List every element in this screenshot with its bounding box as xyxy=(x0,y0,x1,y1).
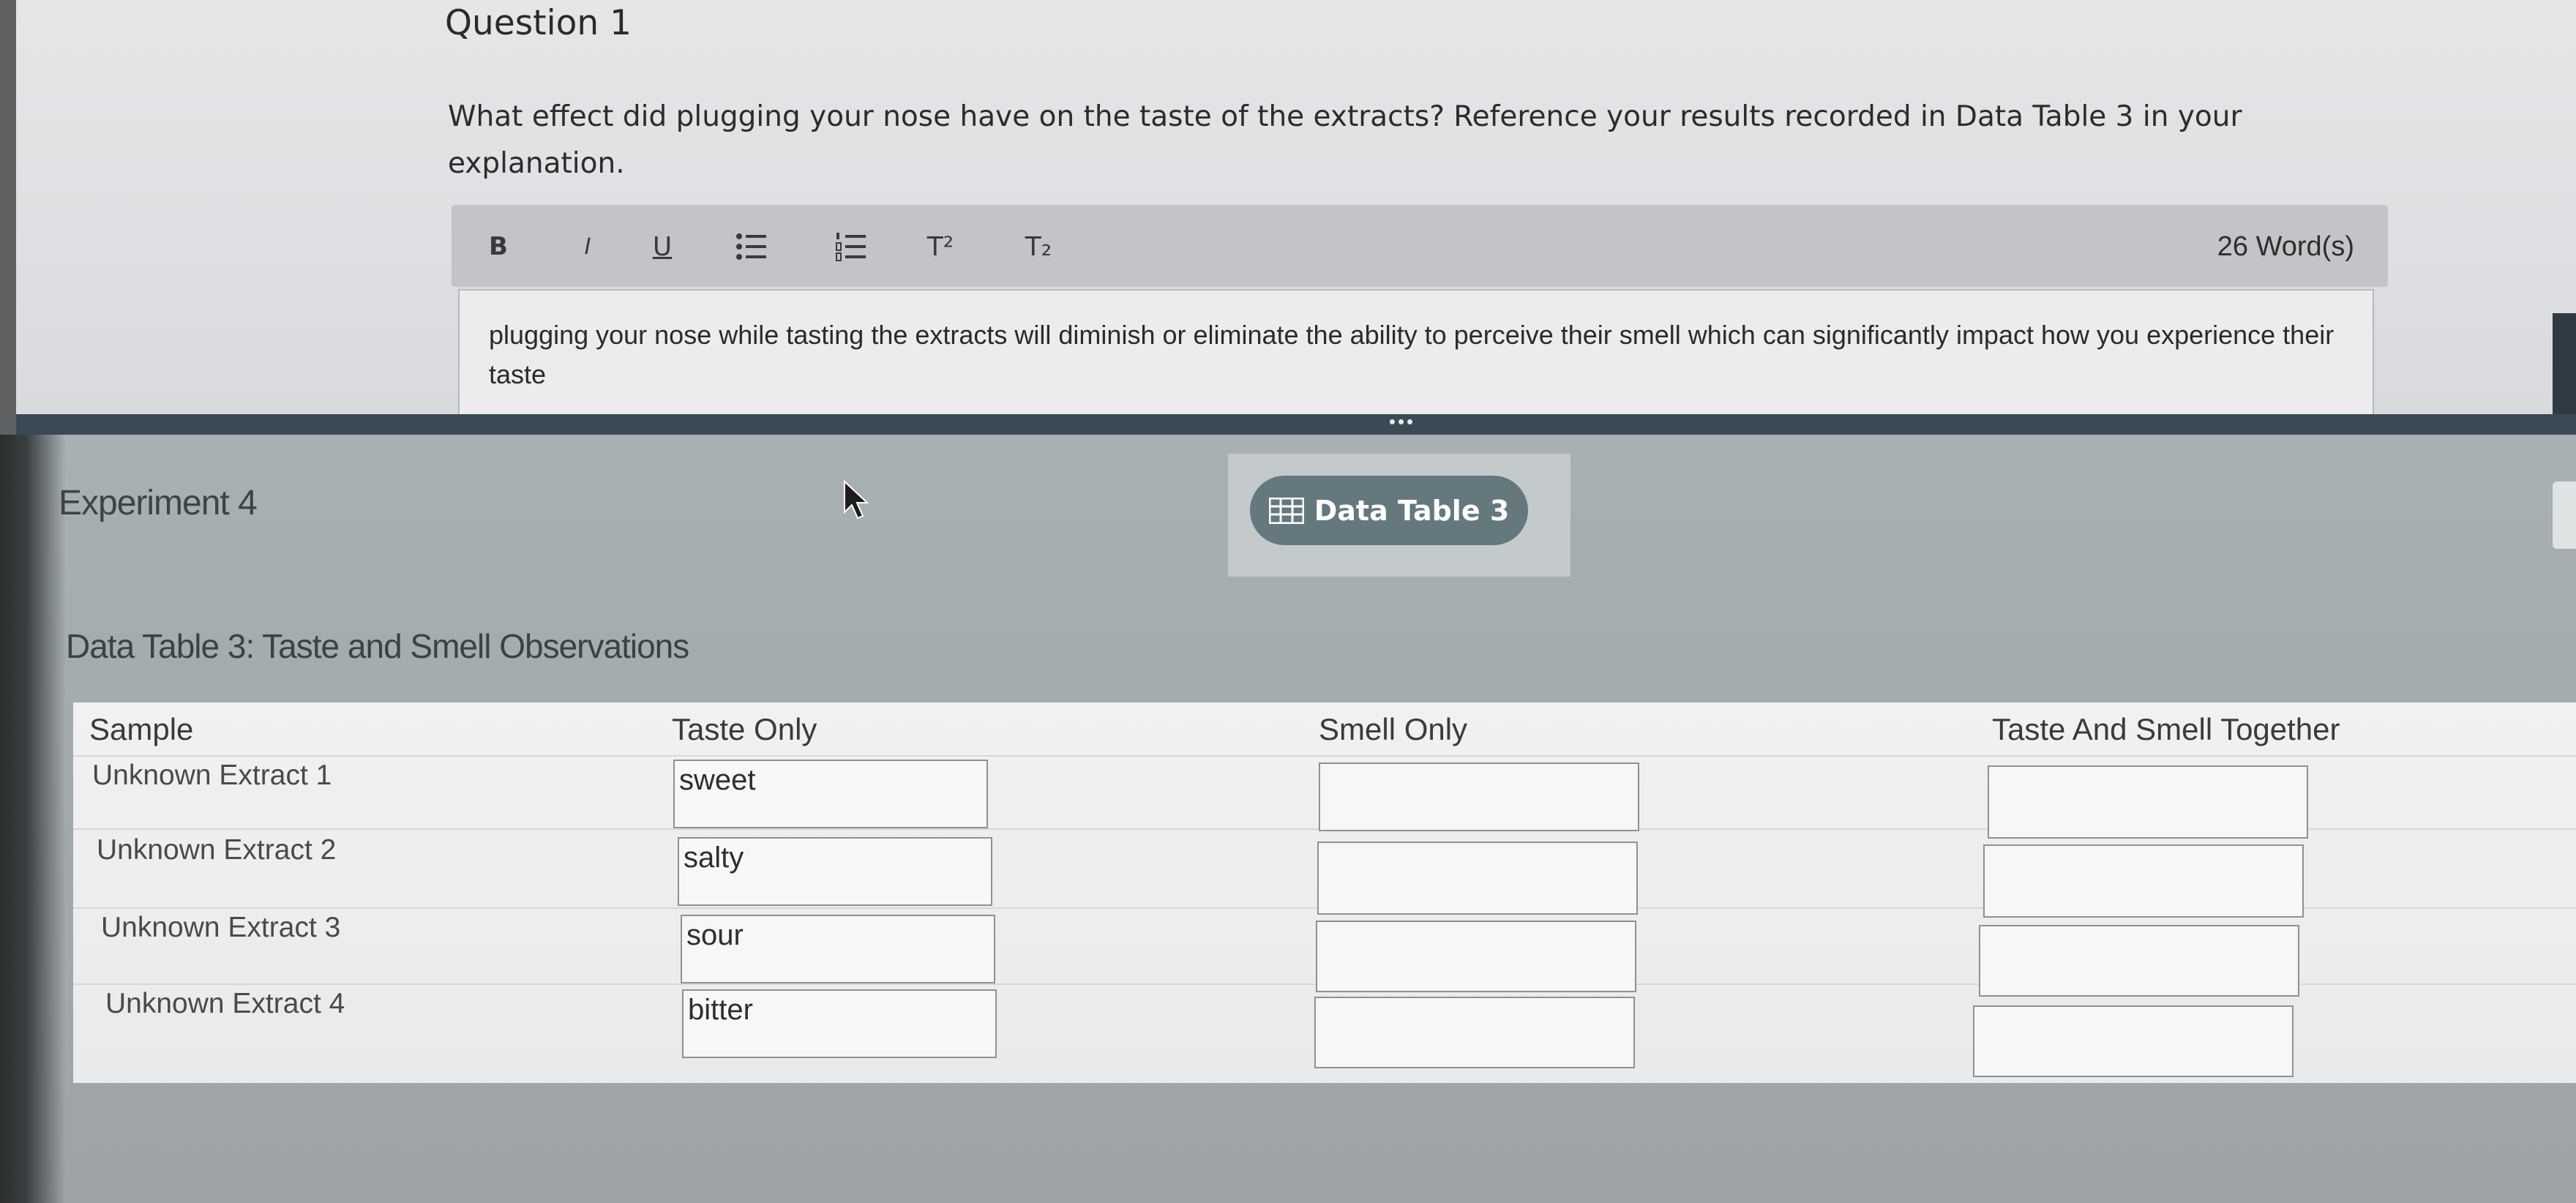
panel-edge xyxy=(2553,313,2576,423)
smell-only-input[interactable] xyxy=(1316,921,1636,992)
answer-text[interactable]: plugging your nose while tasting the ext… xyxy=(489,315,2348,394)
table-caption: Data Table 3: Taste and Smell Observatio… xyxy=(66,627,689,665)
taste-only-input[interactable]: sweet xyxy=(673,760,988,828)
question-title: Question 1 xyxy=(445,3,632,43)
table-icon xyxy=(1268,497,1304,524)
italic-button[interactable]: I xyxy=(573,228,602,265)
taste-only-input[interactable]: bitter xyxy=(682,989,997,1058)
sample-label: Unknown Extract 2 xyxy=(97,834,337,866)
drag-handle-icon[interactable]: ••• xyxy=(1380,412,1424,435)
sample-label: Unknown Extract 4 xyxy=(105,988,345,1019)
word-count: 26 Word(s) xyxy=(2217,231,2354,262)
screen-bezel xyxy=(0,435,66,1203)
row-divider xyxy=(73,755,2576,757)
experiment-title: Experiment 4 xyxy=(59,484,258,522)
underline-button[interactable]: U xyxy=(648,228,677,265)
observations-table: Sample Taste Only Smell Only Taste And S… xyxy=(73,702,2576,1083)
header-smell-only: Smell Only xyxy=(1319,712,1468,746)
editor-toolbar: B I U T² T₂ 26 Word(s) xyxy=(452,205,2388,287)
taste-and-smell-input[interactable] xyxy=(1983,844,2304,918)
taste-and-smell-input[interactable] xyxy=(1973,1005,2294,1077)
taste-only-input[interactable]: salty xyxy=(678,837,992,906)
data-table-button-label: Data Table 3 xyxy=(1314,494,1510,527)
smell-only-input[interactable] xyxy=(1317,842,1638,915)
header-taste-only: Taste Only xyxy=(672,712,817,746)
header-sample: Sample xyxy=(89,712,194,746)
sample-label: Unknown Extract 1 xyxy=(92,760,332,791)
sample-label: Unknown Extract 3 xyxy=(101,912,341,943)
side-tab[interactable] xyxy=(2553,481,2576,549)
taste-and-smell-input[interactable] xyxy=(1988,765,2308,839)
question-prompt: What effect did plugging your nose have … xyxy=(448,100,2242,180)
numbered-list-button[interactable] xyxy=(835,228,867,265)
bullet-list-icon xyxy=(736,233,766,260)
mouse-pointer-icon xyxy=(844,480,869,520)
answer-editor[interactable]: plugging your nose while tasting the ext… xyxy=(458,289,2374,416)
bold-button[interactable]: B xyxy=(484,228,513,265)
data-table-3-button[interactable]: Data Table 3 xyxy=(1250,476,1528,545)
header-taste-and-smell: Taste And Smell Together xyxy=(1992,712,2340,746)
taste-only-input[interactable]: sour xyxy=(681,915,995,983)
bullet-list-button[interactable] xyxy=(735,228,768,265)
taste-and-smell-input[interactable] xyxy=(1979,925,2299,997)
smell-only-input[interactable] xyxy=(1314,997,1635,1068)
resize-divider[interactable] xyxy=(16,414,2576,435)
subscript-button[interactable]: T₂ xyxy=(1024,228,1053,265)
smell-only-input[interactable] xyxy=(1319,762,1639,831)
superscript-button[interactable]: T² xyxy=(926,228,955,265)
numbered-list-icon xyxy=(836,233,866,261)
